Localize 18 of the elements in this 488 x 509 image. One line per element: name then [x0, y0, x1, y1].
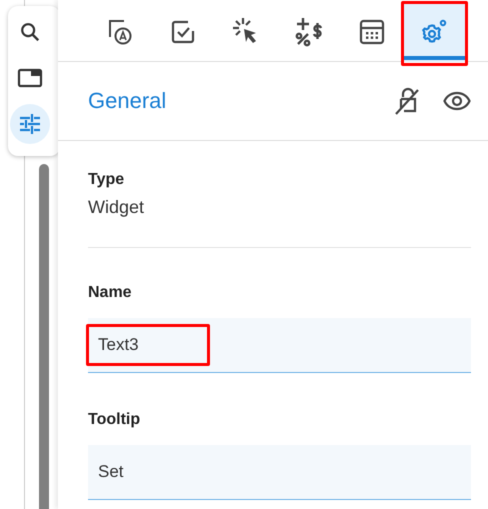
highlight-frame: [401, 1, 468, 66]
checkbox-icon: [170, 19, 196, 45]
field-label: Tooltip: [88, 411, 142, 429]
scrollbar[interactable]: [39, 164, 49, 509]
math-symbols-icon: [294, 17, 324, 47]
calculator-icon: [358, 19, 384, 45]
input-field[interactable]: Text3: [88, 318, 471, 373]
section-title: General: [88, 88, 168, 114]
sliders-icon: [18, 113, 42, 135]
type-value: Widget: [88, 197, 146, 218]
search-icon: [19, 21, 41, 43]
panel-icon: [17, 67, 43, 89]
eye-icon[interactable]: [443, 91, 471, 111]
type-label: Type: [88, 171, 126, 189]
input-field[interactable]: Set: [88, 445, 471, 500]
sliders-button[interactable]: [10, 104, 50, 144]
field-label: Name: [88, 284, 133, 302]
lock-off-icon[interactable]: [395, 87, 421, 115]
